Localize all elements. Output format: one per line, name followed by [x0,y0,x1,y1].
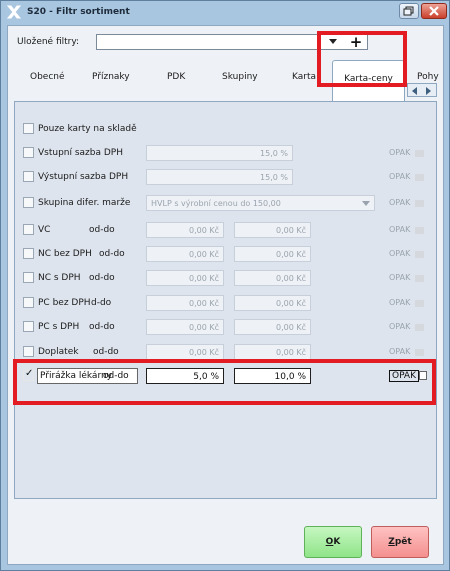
row-label: NC s DPH [38,273,81,283]
od-do-label: od-do [89,225,115,235]
opak-checkbox[interactable] [415,174,424,181]
od-do-label: od-do [93,347,119,357]
close-icon [429,6,439,16]
row-label: NC bez DPH [38,249,92,259]
checkbox[interactable] [23,297,34,308]
ok-label: K [333,537,341,547]
rate-field[interactable]: 15,0 % [146,145,293,161]
checkbox[interactable] [23,171,34,182]
checkbox[interactable] [23,197,34,208]
od-do-label: od-do [99,249,125,259]
opak-label: OPAK [389,225,411,234]
opak-label: OPAK [389,198,411,207]
to-field[interactable]: 0,00 Kč [234,222,311,238]
tab-pohyby[interactable]: Pohy [417,72,439,82]
opak-checkbox[interactable] [415,349,424,356]
opak-label: OPAK [389,347,411,356]
checkbox[interactable] [23,123,34,134]
checkbox[interactable] [23,272,34,283]
opak-label: OPAK [389,172,411,181]
opak-label: OPAK [389,322,411,331]
opak-label: OPAK [389,148,411,157]
opak-checkbox[interactable] [415,324,424,331]
opak-label: OPAK [389,249,411,258]
checkbox[interactable] [23,248,34,259]
row-label: Výstupní sazba DPH [38,172,129,182]
chevron-down-icon [362,201,370,206]
to-field[interactable]: 0,00 Kč [234,344,311,360]
opak-checkbox[interactable] [415,300,424,307]
to-field[interactable]: 0,00 Kč [234,295,311,311]
rate-field[interactable]: 15,0 % [146,169,293,185]
row-label: Vstupní sazba DPH [38,148,123,158]
row-label: PC bez DPH [38,298,91,308]
od-do-label: od-do [89,273,115,283]
restore-icon [403,6,414,16]
ok-button[interactable]: OK [304,526,362,558]
from-field[interactable]: 0,00 Kč [146,295,224,311]
opak-checkbox[interactable] [415,227,424,234]
row-label: Doplatek [38,347,79,357]
back-label: pět [394,537,412,547]
dialog-client: Uložené filtry: + Obecné Příznaky PDK Sk… [7,25,444,565]
from-field[interactable]: 0,00 Kč [146,246,224,262]
row-label: Skupina difer. marže [38,198,131,208]
checkbox[interactable] [23,321,34,332]
arrow-left-icon[interactable] [412,87,417,95]
to-field[interactable]: 0,00 Kč [234,246,311,262]
row-label: VC [38,225,51,235]
arrow-right-icon[interactable] [426,87,431,95]
checkbox[interactable] [23,224,34,235]
title-bar[interactable]: S20 - Filtr sortiment [1,1,449,25]
checkbox[interactable] [23,346,34,357]
opak-label: OPAK [389,298,411,307]
highlight-tab-karta-ceny [317,31,407,87]
opak-checkbox[interactable] [415,150,424,157]
opak-checkbox[interactable] [415,275,424,282]
tab-pdk[interactable]: PDK [167,72,185,82]
from-field[interactable]: 0,00 Kč [146,344,224,360]
checkbox[interactable] [23,147,34,158]
restore-button[interactable] [399,3,419,19]
tab-skupiny[interactable]: Skupiny [222,72,258,82]
saved-filters-label: Uložené filtry: [17,37,80,47]
highlight-row-prirazka [13,359,436,405]
opak-label: OPAK [389,273,411,282]
from-field[interactable]: 0,00 Kč [146,319,224,335]
app-x-icon [6,5,22,19]
from-field[interactable]: 0,00 Kč [146,222,224,238]
close-button[interactable] [421,3,447,19]
od-do-label: od-do [89,322,115,332]
od-do-label: d-do [91,298,112,308]
tab-karta[interactable]: Karta [292,72,316,82]
to-field[interactable]: 0,00 Kč [234,270,311,286]
window-title: S20 - Filtr sortiment [27,7,130,17]
opak-checkbox[interactable] [415,251,424,258]
row-label: PC s DPH [38,322,80,332]
back-button[interactable]: Zpět [371,526,429,558]
to-field[interactable]: 0,00 Kč [234,319,311,335]
marze-group-select[interactable]: HVLP s výrobní cenou do 150,00 [146,195,375,211]
tab-obecne[interactable]: Obecné [30,72,65,82]
dialog-window: S20 - Filtr sortiment Uložené filtry: + … [0,0,450,571]
tab-scroll-buttons[interactable] [407,83,437,97]
opak-checkbox[interactable] [415,200,424,207]
from-field[interactable]: 0,00 Kč [146,270,224,286]
row-label: Pouze karty na skladě [38,124,137,134]
tab-priznaky[interactable]: Příznaky [92,72,130,82]
